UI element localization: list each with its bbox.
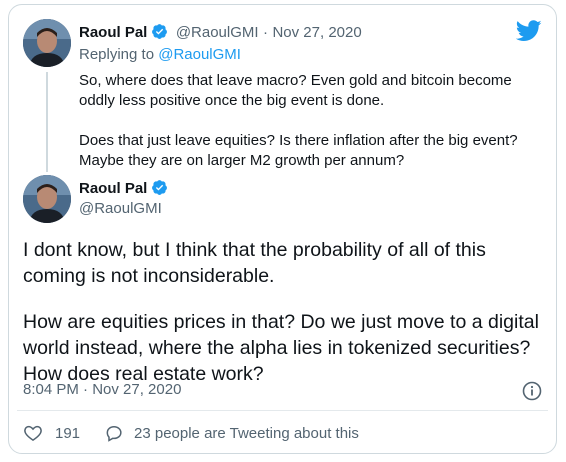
conversation-text: 23 people are Tweeting about this	[134, 424, 359, 442]
info-icon[interactable]	[522, 381, 542, 401]
main-tweet-name-row: Raoul Pal	[79, 179, 168, 201]
verified-badge-icon	[151, 23, 168, 45]
replying-to: Replying to @RaoulGMI	[79, 46, 241, 64]
tweet-card: Raoul Pal @RaoulGMI · Nov 27, 2020 Reply…	[8, 4, 557, 454]
like-count: 191	[55, 424, 81, 442]
dot-separator: ·	[263, 24, 269, 41]
parent-tweet-text: So, where does that leave macro? Even go…	[79, 71, 518, 171]
tweet-date[interactable]: Nov 27, 2020	[272, 24, 361, 41]
avatar[interactable]	[23, 175, 71, 223]
heart-icon	[23, 423, 43, 443]
thread-connector	[46, 72, 48, 172]
verified-badge-icon	[151, 179, 168, 201]
text-line: world instead, where the alpha lies in t…	[23, 337, 531, 359]
parent-tweet-header: Raoul Pal @RaoulGMI · Nov 27, 2020	[79, 23, 362, 45]
replying-label: Replying to	[79, 46, 159, 63]
tweet-timestamp[interactable]: 8:04 PM · Nov 27, 2020	[23, 381, 181, 398]
like-button[interactable]: 191	[23, 423, 80, 443]
divider	[17, 410, 548, 411]
conversation-link[interactable]: 23 people are Tweeting about this	[104, 423, 359, 443]
author-name[interactable]: Raoul Pal	[79, 24, 147, 41]
replying-handle-link[interactable]: @RaoulGMI	[158, 46, 241, 63]
main-tweet-text: I dont know, but I think that the probab…	[23, 237, 539, 387]
text-line: Does that just leave equities? Is there …	[79, 132, 518, 149]
text-line: Maybe they are on larger M2 growth per a…	[79, 152, 405, 169]
avatar[interactable]	[23, 19, 71, 67]
twitter-logo-icon[interactable]	[515, 20, 542, 42]
text-line: coming is not inconsiderable.	[23, 265, 275, 287]
speech-bubble-icon	[104, 423, 124, 443]
text-line: I dont know, but I think that the probab…	[23, 239, 486, 261]
text-line: So, where does that leave macro? Even go…	[79, 72, 512, 89]
author-handle[interactable]: @RaoulGMI	[176, 24, 259, 41]
text-line: oddly less positive once the big event i…	[79, 92, 385, 109]
author-handle[interactable]: @RaoulGMI	[79, 200, 162, 217]
text-line: How are equities prices in that? Do we j…	[23, 311, 539, 333]
author-name[interactable]: Raoul Pal	[79, 180, 147, 197]
